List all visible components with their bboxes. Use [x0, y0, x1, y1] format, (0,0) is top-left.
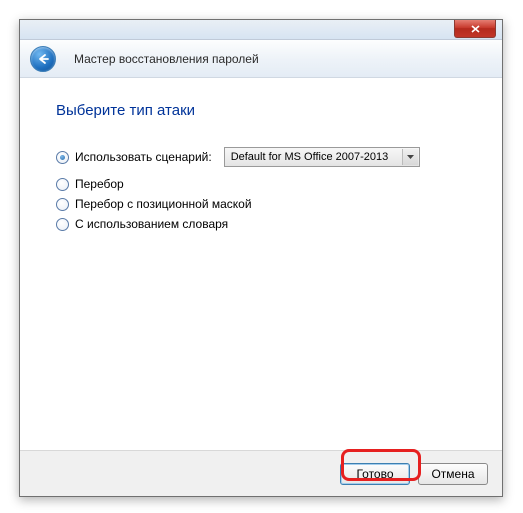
back-arrow-icon — [36, 53, 50, 65]
radio-scenario[interactable] — [56, 151, 69, 164]
wizard-window: Мастер восстановления паролей Выберите т… — [19, 19, 503, 497]
page-heading: Выберите тип атаки — [56, 102, 470, 119]
footer-bar: Готово Отмена — [20, 450, 502, 496]
content-area: Выберите тип атаки Использовать сценарий… — [20, 78, 502, 450]
dropdown-arrow — [402, 149, 418, 165]
chevron-down-icon — [407, 155, 414, 159]
radio-brute[interactable] — [56, 178, 69, 191]
scenario-dropdown-value: Default for MS Office 2007-2013 — [231, 151, 389, 163]
radio-scenario-label[interactable]: Использовать сценарий: — [75, 150, 212, 164]
cancel-button[interactable]: Отмена — [418, 463, 488, 485]
radio-mask-label[interactable]: Перебор с позиционной маской — [75, 197, 252, 211]
option-dict: С использованием словаря — [56, 217, 470, 231]
scenario-dropdown[interactable]: Default for MS Office 2007-2013 — [224, 147, 420, 167]
back-button[interactable] — [30, 46, 56, 72]
titlebar — [20, 20, 502, 40]
close-button[interactable] — [454, 20, 496, 38]
close-icon — [471, 25, 480, 33]
option-brute: Перебор — [56, 177, 470, 191]
wizard-title: Мастер восстановления паролей — [74, 52, 259, 66]
radio-dict-label[interactable]: С использованием словаря — [75, 217, 228, 231]
option-scenario: Использовать сценарий: Default for MS Of… — [56, 147, 470, 167]
radio-brute-label[interactable]: Перебор — [75, 177, 124, 191]
done-button[interactable]: Готово — [340, 463, 410, 485]
radio-dict[interactable] — [56, 218, 69, 231]
radio-mask[interactable] — [56, 198, 69, 211]
header-bar: Мастер восстановления паролей — [20, 40, 502, 78]
option-mask: Перебор с позиционной маской — [56, 197, 470, 211]
